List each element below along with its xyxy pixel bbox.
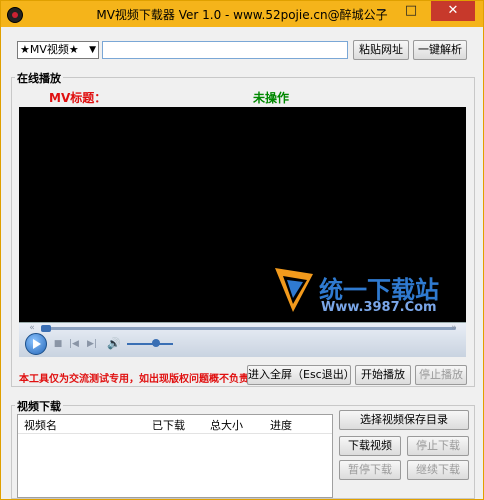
app-window: MV视频下载器 Ver 1.0 - www.52pojie.cn@醉城公子 ─ … — [0, 0, 484, 500]
stop-icon[interactable]: ■ — [53, 339, 63, 349]
next-icon[interactable]: ▶| — [87, 339, 97, 349]
maximize-icon[interactable]: □ — [397, 1, 425, 21]
start-play-button[interactable]: 开始播放 — [355, 365, 411, 385]
download-list-header: 视频名 已下载 总大小 进度 — [18, 415, 332, 434]
pause-download-button[interactable]: 暂停下载 — [339, 460, 401, 480]
paste-url-button[interactable]: 粘贴网址 — [353, 40, 409, 60]
column-name[interactable]: 视频名 — [24, 417, 57, 433]
column-progress[interactable]: 进度 — [270, 417, 292, 433]
seek-forward-icon[interactable]: » — [449, 323, 459, 333]
resume-download-button[interactable]: 继续下载 — [407, 460, 469, 480]
source-select-value: ★MV视频★ — [20, 43, 79, 56]
fullscreen-button[interactable]: 进入全屏（Esc退出） — [247, 365, 355, 385]
title-bar[interactable]: MV视频下载器 Ver 1.0 - www.52pojie.cn@醉城公子 ─ … — [1, 1, 483, 27]
download-title: 视频下载 — [15, 398, 63, 414]
chevron-down-icon: ▼ — [89, 45, 96, 55]
watermark-mark-icon — [275, 268, 313, 312]
disclaimer-text: 本工具仅为交流测试专用，如出现版权问题概不负责 — [19, 374, 249, 385]
url-input[interactable] — [102, 41, 348, 59]
column-total-size[interactable]: 总大小 — [210, 417, 243, 433]
download-list[interactable]: 视频名 已下载 总大小 进度 — [17, 414, 333, 498]
column-downloaded[interactable]: 已下载 — [152, 417, 185, 433]
parse-button[interactable]: 一键解析 — [413, 40, 467, 60]
watermark-logo: 统一下载站 Www.3987.Com — [273, 264, 463, 320]
source-select[interactable]: ★MV视频★ ▼ — [17, 41, 99, 59]
watermark-url: Www.3987.Com — [321, 300, 437, 315]
download-button[interactable]: 下载视频 — [339, 436, 401, 456]
seek-back-icon[interactable]: « — [27, 323, 37, 333]
seek-bar[interactable] — [41, 325, 456, 332]
choose-save-dir-button[interactable]: 选择视频保存目录 — [339, 410, 469, 430]
status-label: 未操作 — [253, 91, 290, 105]
volume-slider[interactable] — [127, 343, 173, 345]
online-play-title: 在线播放 — [15, 70, 63, 86]
player-controls: « » ■ |◀ ▶| 🔊 — [19, 322, 466, 357]
play-icon[interactable] — [25, 333, 47, 355]
minimize-icon[interactable]: ─ — [367, 1, 395, 21]
volume-thumb[interactable] — [152, 339, 160, 347]
mv-title-label: MV标题： — [49, 91, 107, 105]
stop-download-button[interactable]: 停止下载 — [407, 436, 469, 456]
close-icon[interactable]: ✕ — [431, 1, 475, 21]
volume-icon[interactable]: 🔊 — [107, 338, 121, 349]
seek-thumb[interactable] — [41, 325, 51, 332]
video-player[interactable]: 统一下载站 Www.3987.Com — [19, 107, 466, 322]
previous-icon[interactable]: |◀ — [69, 339, 79, 349]
stop-play-button[interactable]: 停止播放 — [415, 365, 467, 385]
